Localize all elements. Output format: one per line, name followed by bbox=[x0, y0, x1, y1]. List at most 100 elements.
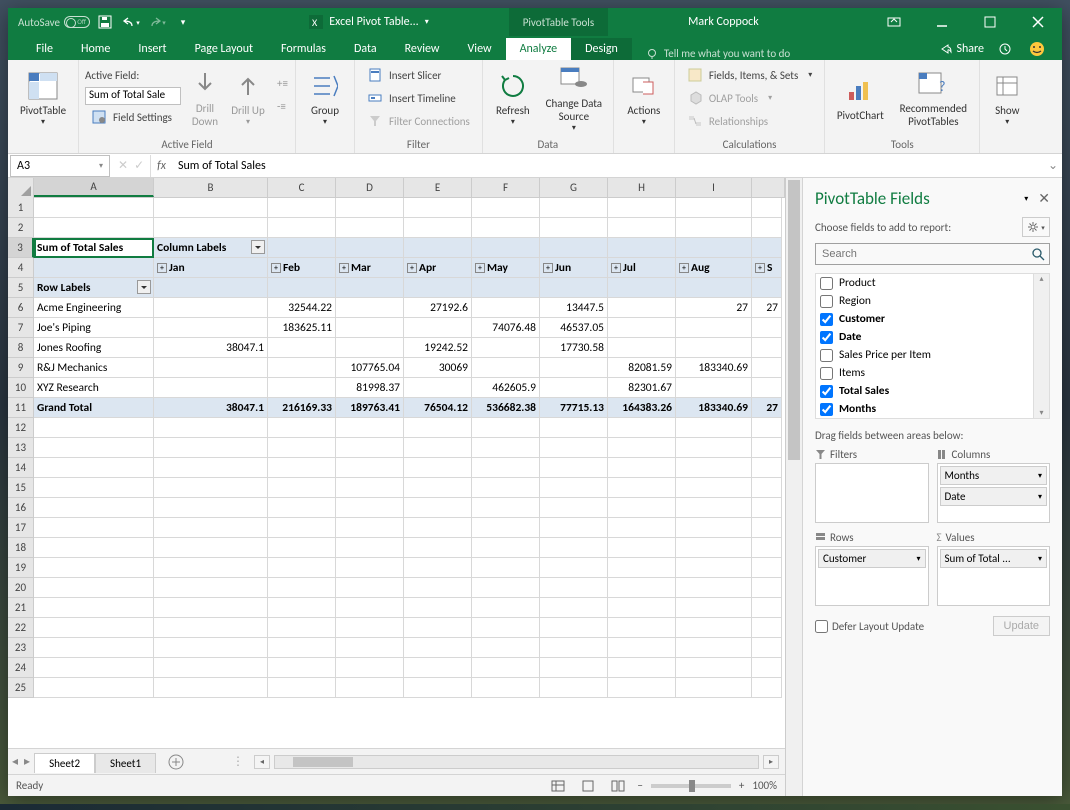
field-checkbox[interactable]: Date bbox=[816, 328, 1033, 346]
cell[interactable] bbox=[540, 578, 608, 598]
taskpane-options-icon[interactable]: ▾ bbox=[1024, 194, 1028, 204]
cell[interactable] bbox=[154, 498, 268, 518]
taskpane-close-icon[interactable]: ✕ bbox=[1038, 190, 1050, 207]
cell[interactable] bbox=[336, 218, 404, 238]
share-button[interactable]: Share bbox=[940, 42, 984, 56]
cell[interactable] bbox=[34, 638, 154, 658]
cell[interactable] bbox=[34, 678, 154, 698]
cell[interactable] bbox=[676, 678, 752, 698]
field-checkbox[interactable]: Items bbox=[816, 364, 1033, 382]
cell[interactable] bbox=[336, 558, 404, 578]
cell[interactable] bbox=[154, 678, 268, 698]
cell[interactable] bbox=[404, 578, 472, 598]
cell[interactable] bbox=[154, 558, 268, 578]
cell[interactable] bbox=[154, 618, 268, 638]
cell[interactable] bbox=[752, 558, 782, 578]
cell[interactable] bbox=[336, 578, 404, 598]
cell[interactable] bbox=[540, 518, 608, 538]
cell[interactable] bbox=[608, 538, 676, 558]
cell[interactable] bbox=[676, 238, 752, 258]
collapse-field-icon[interactable]: -≡ bbox=[271, 95, 289, 117]
cell[interactable] bbox=[472, 658, 540, 678]
cell[interactable] bbox=[336, 418, 404, 438]
cell[interactable] bbox=[336, 638, 404, 658]
cell[interactable] bbox=[404, 378, 472, 398]
field-list[interactable]: ProductRegionCustomerDateSales Price per… bbox=[815, 273, 1034, 419]
cell[interactable] bbox=[34, 538, 154, 558]
olap-tools-button[interactable]: OLAP Tools▾ bbox=[681, 87, 818, 109]
cell[interactable] bbox=[268, 458, 336, 478]
vscroll[interactable] bbox=[785, 178, 802, 796]
area-item[interactable]: Date▾ bbox=[940, 487, 1048, 506]
cell[interactable] bbox=[608, 678, 676, 698]
cell[interactable] bbox=[154, 538, 268, 558]
zoom-out-icon[interactable]: − bbox=[637, 779, 642, 792]
cell[interactable] bbox=[540, 238, 608, 258]
row-header[interactable]: 15 bbox=[8, 478, 34, 498]
cell[interactable] bbox=[472, 578, 540, 598]
cell[interactable] bbox=[472, 518, 540, 538]
col-header[interactable]: F bbox=[472, 178, 540, 197]
col-header[interactable]: E bbox=[404, 178, 472, 197]
cell[interactable] bbox=[752, 378, 782, 398]
cell[interactable] bbox=[472, 458, 540, 478]
col-header[interactable]: C bbox=[268, 178, 336, 197]
row-header[interactable]: 14 bbox=[8, 458, 34, 478]
cell[interactable] bbox=[472, 678, 540, 698]
col-header[interactable]: H bbox=[608, 178, 676, 197]
cell[interactable] bbox=[404, 278, 472, 298]
cell[interactable] bbox=[154, 658, 268, 678]
row-header[interactable]: 20 bbox=[8, 578, 34, 598]
cell[interactable] bbox=[404, 418, 472, 438]
cell[interactable] bbox=[752, 678, 782, 698]
cell[interactable] bbox=[676, 518, 752, 538]
cell[interactable] bbox=[540, 558, 608, 578]
col-header[interactable] bbox=[752, 178, 785, 197]
cell[interactable] bbox=[154, 598, 268, 618]
hscroll-track[interactable] bbox=[274, 755, 759, 769]
cell[interactable]: +May bbox=[472, 258, 540, 278]
cell[interactable] bbox=[540, 478, 608, 498]
cell[interactable] bbox=[676, 198, 752, 218]
cell[interactable]: Joe's Piping bbox=[34, 318, 154, 338]
cell[interactable] bbox=[540, 498, 608, 518]
cell[interactable]: +Jul bbox=[608, 258, 676, 278]
col-header[interactable]: I bbox=[676, 178, 752, 197]
smiley-icon[interactable] bbox=[1026, 38, 1048, 60]
cell[interactable] bbox=[268, 418, 336, 438]
cell[interactable] bbox=[676, 338, 752, 358]
area-item[interactable]: Customer▾ bbox=[818, 549, 926, 568]
cell[interactable] bbox=[336, 458, 404, 478]
fieldlist-scroll-down-icon[interactable]: ▾ bbox=[1039, 408, 1043, 418]
tab-page-layout[interactable]: Page Layout bbox=[181, 38, 267, 60]
cell[interactable]: 183340.69 bbox=[676, 398, 752, 418]
row-header[interactable]: 9 bbox=[8, 358, 34, 378]
tab-review[interactable]: Review bbox=[391, 38, 454, 60]
cell[interactable] bbox=[752, 618, 782, 638]
values-area[interactable]: Sum of Total ...▾ bbox=[937, 546, 1051, 606]
cell[interactable]: 536682.38 bbox=[472, 398, 540, 418]
cell[interactable] bbox=[540, 678, 608, 698]
cell[interactable] bbox=[676, 598, 752, 618]
cell[interactable] bbox=[268, 358, 336, 378]
cell[interactable] bbox=[154, 578, 268, 598]
drill-up-button[interactable]: Drill Up▾ bbox=[229, 62, 267, 134]
cell[interactable] bbox=[336, 538, 404, 558]
select-all-cell[interactable] bbox=[8, 178, 34, 198]
cell[interactable] bbox=[472, 478, 540, 498]
expand-formula-bar-icon[interactable]: ⌄ bbox=[1044, 158, 1062, 173]
cell[interactable] bbox=[336, 278, 404, 298]
cell[interactable] bbox=[472, 278, 540, 298]
cell[interactable] bbox=[336, 598, 404, 618]
cell[interactable]: 13447.5 bbox=[540, 298, 608, 318]
cell[interactable] bbox=[154, 318, 268, 338]
row-header[interactable]: 12 bbox=[8, 418, 34, 438]
col-header[interactable]: G bbox=[540, 178, 608, 197]
cell[interactable] bbox=[268, 658, 336, 678]
filter-connections-button[interactable]: Filter Connections bbox=[361, 110, 476, 132]
cell[interactable] bbox=[154, 638, 268, 658]
sheet-nav-next-icon[interactable]: ▸ bbox=[24, 754, 30, 769]
cell[interactable]: 27192.6 bbox=[404, 298, 472, 318]
pivotchart-button[interactable]: PivotChart bbox=[831, 62, 889, 134]
update-button[interactable]: Update bbox=[993, 616, 1050, 636]
